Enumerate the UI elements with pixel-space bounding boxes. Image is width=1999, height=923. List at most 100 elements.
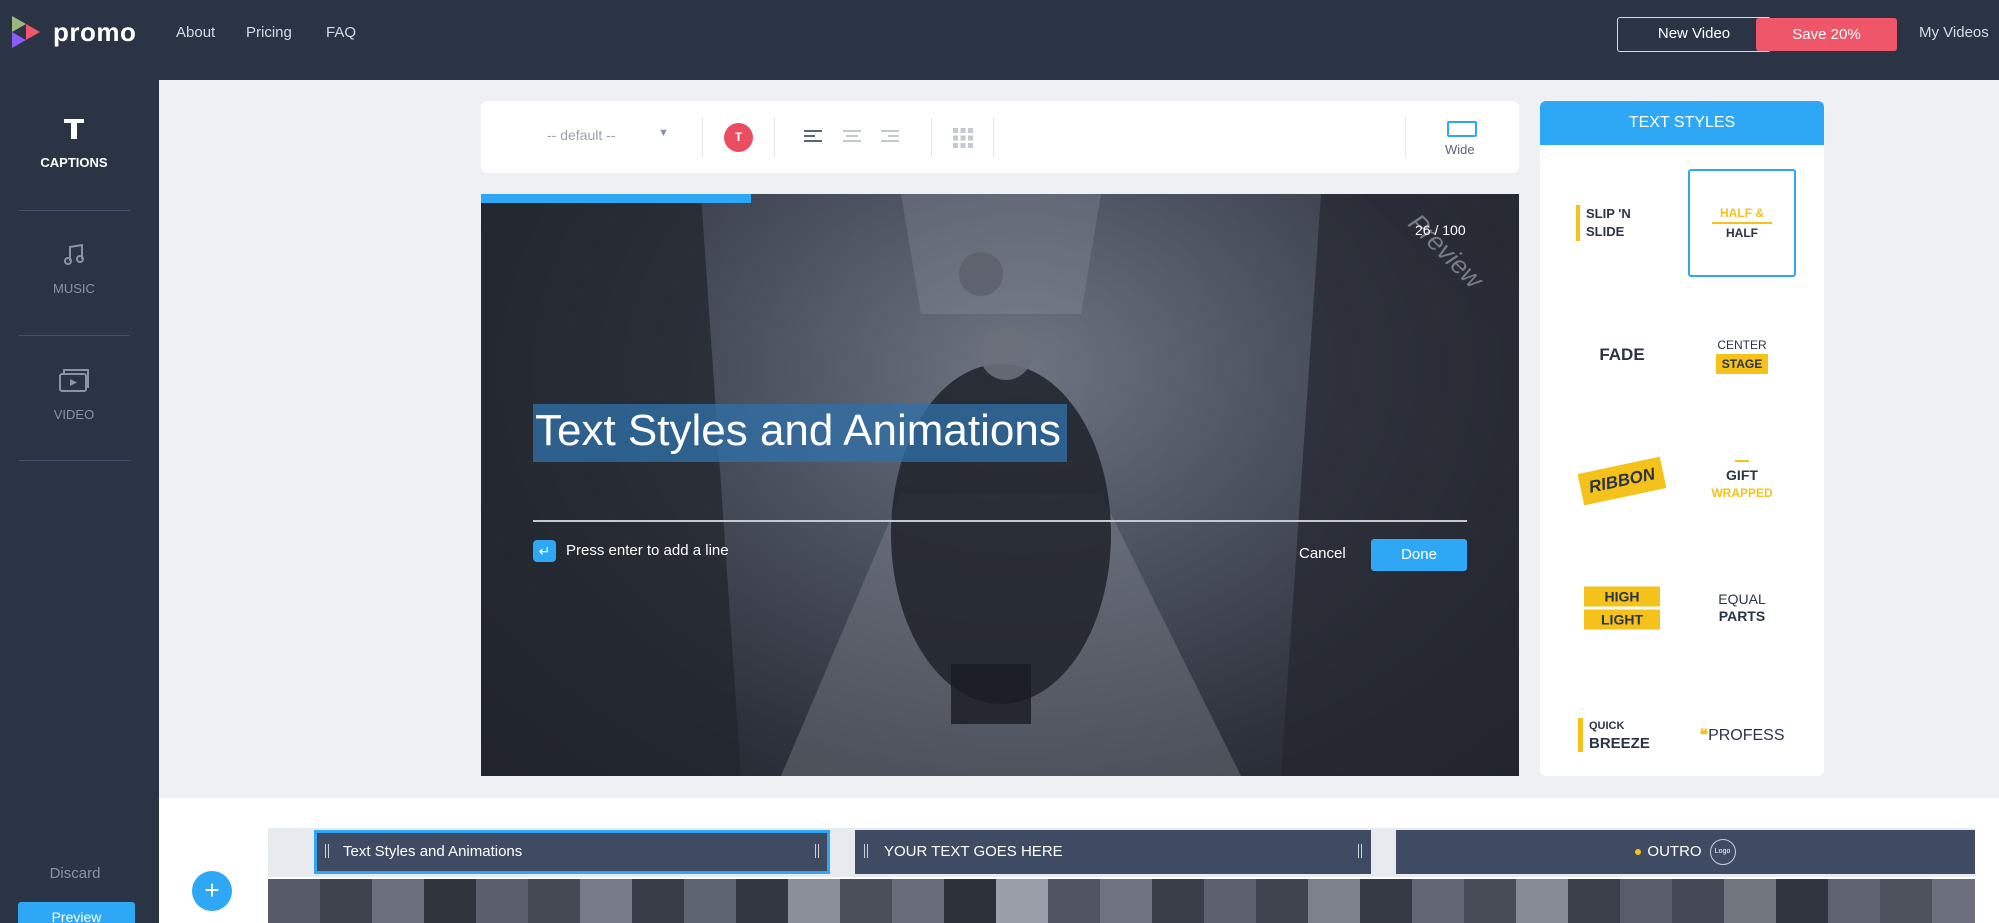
quote-mark-icon: ❝	[1699, 727, 1709, 744]
drag-handle-icon[interactable]	[864, 844, 868, 858]
timeline-clip-outro[interactable]: OUTRO Logo	[1396, 830, 1975, 874]
save-discount-button[interactable]: Save 20%	[1756, 18, 1897, 51]
clip-label: OUTRO	[1647, 843, 1702, 860]
promo-logo-icon[interactable]	[10, 12, 42, 56]
style-label: HALF	[1726, 226, 1758, 240]
style-fade[interactable]: FADE	[1568, 301, 1676, 409]
discard-link[interactable]: Discard	[0, 865, 150, 882]
position-grid-icon[interactable]	[952, 127, 974, 149]
my-videos-link[interactable]: My Videos	[1919, 24, 1989, 41]
hallway-scene-image	[481, 194, 1519, 776]
add-clip-button[interactable]: +	[192, 871, 232, 911]
filmstrip-frame	[684, 879, 736, 923]
nav-faq[interactable]: FAQ	[326, 24, 356, 41]
style-label: HIGH	[1584, 586, 1660, 607]
style-highlight[interactable]: HIGH LIGHT	[1568, 554, 1676, 662]
style-quick-breeze[interactable]: QUICK BREEZE	[1568, 681, 1676, 776]
style-ribbon[interactable]: RIBBON	[1568, 427, 1676, 535]
filmstrip-frame	[996, 879, 1048, 923]
wide-format-label[interactable]: Wide	[1445, 142, 1475, 157]
sidebar-item-label: VIDEO	[53, 407, 95, 422]
style-label: WRAPPED	[1711, 486, 1773, 500]
filmstrip-frame	[1672, 879, 1724, 923]
filmstrip-frame	[1048, 879, 1100, 923]
filmstrip-frame	[1880, 879, 1932, 923]
drag-handle-icon[interactable]	[815, 844, 819, 858]
wide-format-icon[interactable]	[1447, 121, 1477, 137]
filmstrip-frame	[1620, 879, 1672, 923]
timeline-clip-caption-2[interactable]: YOUR TEXT GOES HERE	[855, 830, 1371, 874]
style-label: PROFESS	[1708, 727, 1785, 744]
preview-button[interactable]: Preview	[18, 902, 135, 923]
sidebar-divider	[19, 460, 130, 461]
sidebar-divider	[19, 210, 130, 211]
enter-hint-text: Press enter to add a line	[566, 542, 729, 559]
timeline-clip-caption-1[interactable]: Text Styles and Animations	[314, 830, 830, 874]
align-right-icon[interactable]	[881, 129, 899, 143]
toolbar-divider	[1405, 117, 1406, 157]
text-color-picker[interactable]: T	[724, 123, 753, 152]
filmstrip-frame	[1360, 879, 1412, 923]
nav-about[interactable]: About	[176, 24, 215, 41]
filmstrip-frame	[736, 879, 788, 923]
style-label: PARTS	[1718, 608, 1766, 624]
filmstrip-frame	[1776, 879, 1828, 923]
filmstrip-frame	[840, 879, 892, 923]
clip-label: YOUR TEXT GOES HERE	[884, 843, 1063, 860]
gift-accent-bar	[1735, 460, 1749, 462]
logo-text[interactable]: promo	[53, 17, 136, 48]
chevron-down-icon[interactable]: ▼	[658, 127, 669, 139]
style-center-stage[interactable]: CENTER STAGE	[1688, 301, 1796, 409]
filmstrip-frame	[1568, 879, 1620, 923]
style-label: CENTER	[1717, 338, 1767, 352]
style-equal-parts[interactable]: EQUAL PARTS	[1688, 554, 1796, 662]
filmstrip-frame	[1204, 879, 1256, 923]
text-icon	[64, 119, 84, 139]
style-label: LIGHT	[1584, 609, 1660, 630]
sidebar-item-label: CAPTIONS	[40, 155, 108, 170]
filmstrip-frame	[424, 879, 476, 923]
preview-progress-bar	[481, 194, 751, 203]
filmstrip-frame	[1516, 879, 1568, 923]
drag-handle-icon[interactable]	[1358, 844, 1362, 858]
sidebar-divider	[19, 335, 130, 336]
filmstrip-frame	[1412, 879, 1464, 923]
style-slip-n-slide[interactable]: SLIP 'N SLIDE	[1568, 169, 1676, 277]
caption-text-input[interactable]: Text Styles and Animations	[533, 404, 1067, 462]
filmstrip-frame	[892, 879, 944, 923]
style-profess[interactable]: ❝PROFESS	[1688, 681, 1796, 776]
outro-dot-icon	[1635, 849, 1642, 856]
filmstrip-frame	[632, 879, 684, 923]
video-clips-icon	[59, 369, 89, 392]
style-gift-wrapped[interactable]: GIFT WRAPPED	[1688, 427, 1796, 535]
filmstrip-frame	[1932, 879, 1975, 923]
style-half-and-half[interactable]: HALF & HALF	[1688, 169, 1796, 277]
nav-pricing[interactable]: Pricing	[246, 24, 292, 41]
filmstrip-frame	[372, 879, 424, 923]
toolbar-divider	[774, 117, 775, 157]
font-select[interactable]: -- default --	[547, 127, 615, 143]
filmstrip-frame	[1724, 879, 1776, 923]
sidebar-item-music[interactable]: MUSIC	[18, 242, 130, 296]
top-bar: promo About Pricing FAQ New Video Save 2…	[0, 0, 1999, 80]
sidebar-item-video[interactable]: VIDEO	[18, 366, 130, 422]
filmstrip-frame	[1152, 879, 1204, 923]
cancel-button[interactable]: Cancel	[1299, 545, 1346, 562]
music-note-icon	[64, 243, 84, 265]
sidebar-item-captions[interactable]: CAPTIONS	[18, 116, 130, 170]
align-center-icon[interactable]	[843, 129, 861, 143]
new-video-button[interactable]: New Video	[1617, 17, 1771, 52]
filmstrip-frame	[1464, 879, 1516, 923]
style-label: SLIDE	[1586, 224, 1625, 239]
text-styles-panel: TEXT STYLES SLIP 'N SLIDE HALF & HALF FA…	[1540, 101, 1824, 776]
caption-toolbar: -- default -- ▼ T Wide	[481, 101, 1519, 173]
style-label: SLIP 'N	[1586, 206, 1631, 221]
video-preview[interactable]: Preview 26 / 100 Text Styles and Animati…	[481, 194, 1519, 776]
filmstrip-frame	[320, 879, 372, 923]
done-button[interactable]: Done	[1371, 539, 1467, 571]
style-label: QUICK	[1589, 720, 1625, 732]
align-left-icon[interactable]	[804, 129, 822, 143]
filmstrip-frame	[580, 879, 632, 923]
video-filmstrip[interactable]	[268, 879, 1975, 923]
drag-handle-icon[interactable]	[325, 844, 329, 858]
